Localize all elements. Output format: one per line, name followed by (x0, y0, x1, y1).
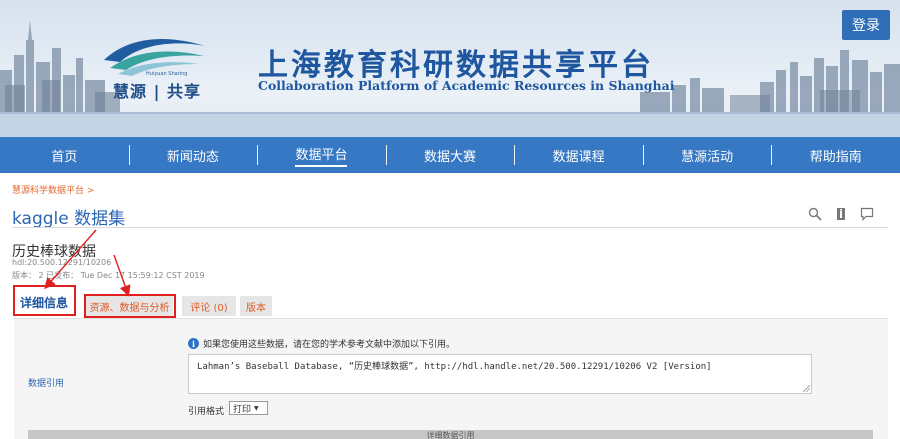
tab-details[interactable]: 详细信息 (16, 290, 72, 314)
search-icon[interactable] (808, 206, 822, 221)
chevron-down-icon: ▼ (254, 404, 259, 412)
main-nav: 首页 新闻动态 数据平台 数据大赛 数据课程 慧源活动 帮助指南 (0, 137, 900, 173)
nav-item-help[interactable]: 帮助指南 (771, 137, 900, 173)
dataset-handle: hdl:20.500.12291/10206 (12, 258, 112, 267)
breadcrumb[interactable]: 慧源科学数据平台 > (12, 183, 94, 196)
citation-label: 数据引用 (28, 379, 65, 389)
citation-format-label: 引用格式 (188, 407, 225, 417)
citation-note: i 如果您使用这些数据，请在您的学术参考文献中添加以下引用。 (188, 337, 455, 350)
nav-item-activities[interactable]: 慧源活动 (642, 137, 772, 173)
citation-note-text: 如果您使用这些数据，请在您的学术参考文献中添加以下引用。 (203, 340, 456, 350)
login-button[interactable]: 登录 (842, 10, 890, 40)
nav-item-home[interactable]: 首页 (0, 137, 129, 173)
tab-versions[interactable]: 版本 (240, 296, 272, 316)
detailed-citation-bar[interactable]: 详细数据引用 (28, 430, 873, 439)
nav-item-courses[interactable]: 数据课程 (514, 137, 643, 173)
info-book-icon[interactable] (834, 206, 848, 220)
nav-item-news[interactable]: 新闻动态 (128, 137, 258, 173)
citation-format-select[interactable]: 打印 ▼ (229, 401, 268, 415)
logo-subtitle: Huiyuan Sharing (146, 71, 188, 77)
resize-grip-icon[interactable] (803, 385, 810, 392)
dataset-version-info: 版本： 2 已发布： Tue Dec 17 15:59:12 CST 2019 (12, 271, 205, 280)
collection-title[interactable]: kaggle 数据集 (12, 204, 125, 229)
nav-item-data-platform[interactable]: 数据平台 (257, 137, 386, 173)
site-banner: Huiyuan Sharing 慧源 | 共享 上海教育科研数据共享平台 Col… (0, 0, 900, 137)
toolbar-icons (808, 206, 874, 221)
tab-resources[interactable]: 资源、数据与分析 (86, 296, 173, 316)
citation-textarea[interactable]: Lahman’s Baseball Database, “历史棒球数据”, ht… (188, 354, 812, 394)
site-title-en: Collaboration Platform of Academic Resou… (258, 78, 675, 93)
nav-item-competition[interactable]: 数据大赛 (385, 137, 515, 173)
comment-icon[interactable] (860, 206, 874, 221)
logo-text: 慧源 | 共享 (113, 82, 201, 101)
info-icon: i (188, 338, 199, 349)
tab-comments[interactable]: 评论 (0) (182, 296, 236, 316)
header-divider (12, 227, 888, 228)
